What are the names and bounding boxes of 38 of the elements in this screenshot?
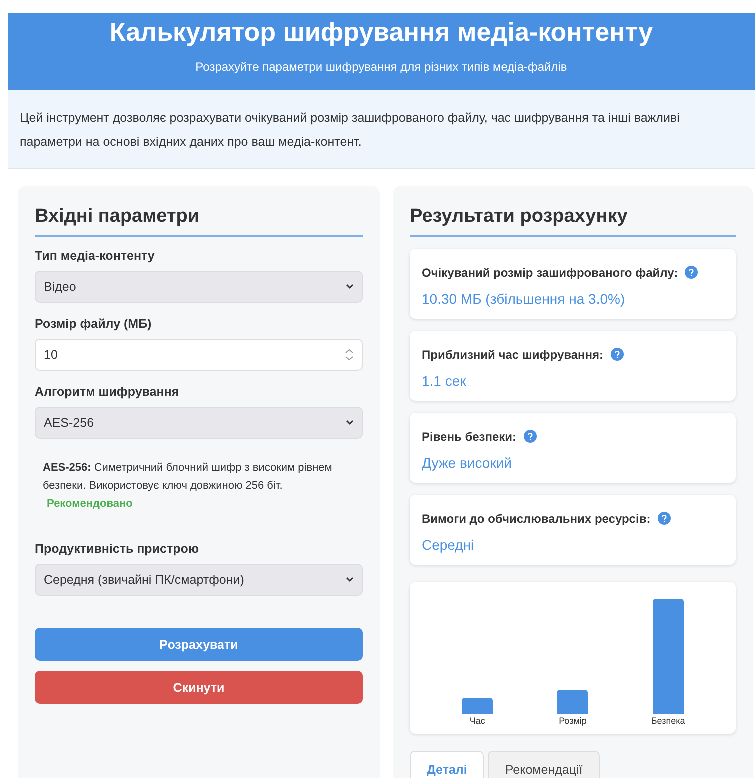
chevron-icon xyxy=(346,420,354,426)
field-label: Тип медіа-контенту xyxy=(35,249,156,263)
intro-text: Цей інструмент дозволяє розрахувати очікуваний розмір зашифрованого файлу, час шифрування та інші важливі параметри на основі вхідних даних про ваш медіа-контент. xyxy=(20,110,681,151)
result-label: Рівень безпеки: xyxy=(422,430,517,444)
panel-title: Результати розрахунку xyxy=(410,206,736,237)
algorithm-description: AES-256: Симетричний блочний шифр з високим рівнем безпеки. Використовує ключ довжиною 256 біт. xyxy=(43,461,334,494)
number-field[interactable]: 10 xyxy=(35,339,363,371)
help-icon[interactable] xyxy=(658,512,671,526)
result-label: Приблизний час шифрування: xyxy=(422,348,604,362)
tab[interactable]: Рекомендації xyxy=(488,751,600,778)
select-field[interactable]: Відео xyxy=(35,271,363,303)
chevron-icon xyxy=(346,284,354,290)
page-subtitle: Розрахуйте параметри шифрування для різних типів медіа-файлів xyxy=(196,60,568,74)
help-icon[interactable] xyxy=(610,348,624,362)
spinner-icon[interactable] xyxy=(345,348,354,362)
reset-button[interactable]: Скинути xyxy=(35,671,363,704)
help-icon[interactable] xyxy=(685,266,698,280)
field-label: Алгоритм шифрування xyxy=(35,385,180,399)
field-label: Продуктивність пристрою xyxy=(35,542,200,556)
result-value: Середні xyxy=(422,537,476,553)
page-title: Калькулятор шифрування медіа-контенту xyxy=(110,17,654,48)
bar-label: Безпека xyxy=(651,716,686,726)
result-value: 1.1 сек xyxy=(422,373,468,389)
chart-bar xyxy=(462,698,494,714)
help-icon[interactable] xyxy=(524,430,537,444)
result-value: Дуже високий xyxy=(422,455,513,471)
panel-title: Вхідні параметри xyxy=(35,206,363,237)
chart-bar xyxy=(557,690,588,714)
bar-label: Розмір xyxy=(559,716,587,726)
recommended-label: Рекомендовано xyxy=(47,497,133,512)
result-label: Вимоги до обчислювальних ресурсів: xyxy=(422,512,651,526)
select-field[interactable]: Середня (звичайні ПК/смартфони) xyxy=(35,564,363,596)
result-label: Очікуваний розмір зашифрованого файлу: xyxy=(422,266,678,280)
select-field[interactable]: AES-256 xyxy=(35,407,363,439)
chevron-icon xyxy=(346,577,354,583)
result-value: 10.30 МБ (збільшення на 3.0%) xyxy=(422,291,626,307)
field-label: Розмір файлу (МБ) xyxy=(35,317,153,331)
bar-label: Час xyxy=(470,716,486,726)
